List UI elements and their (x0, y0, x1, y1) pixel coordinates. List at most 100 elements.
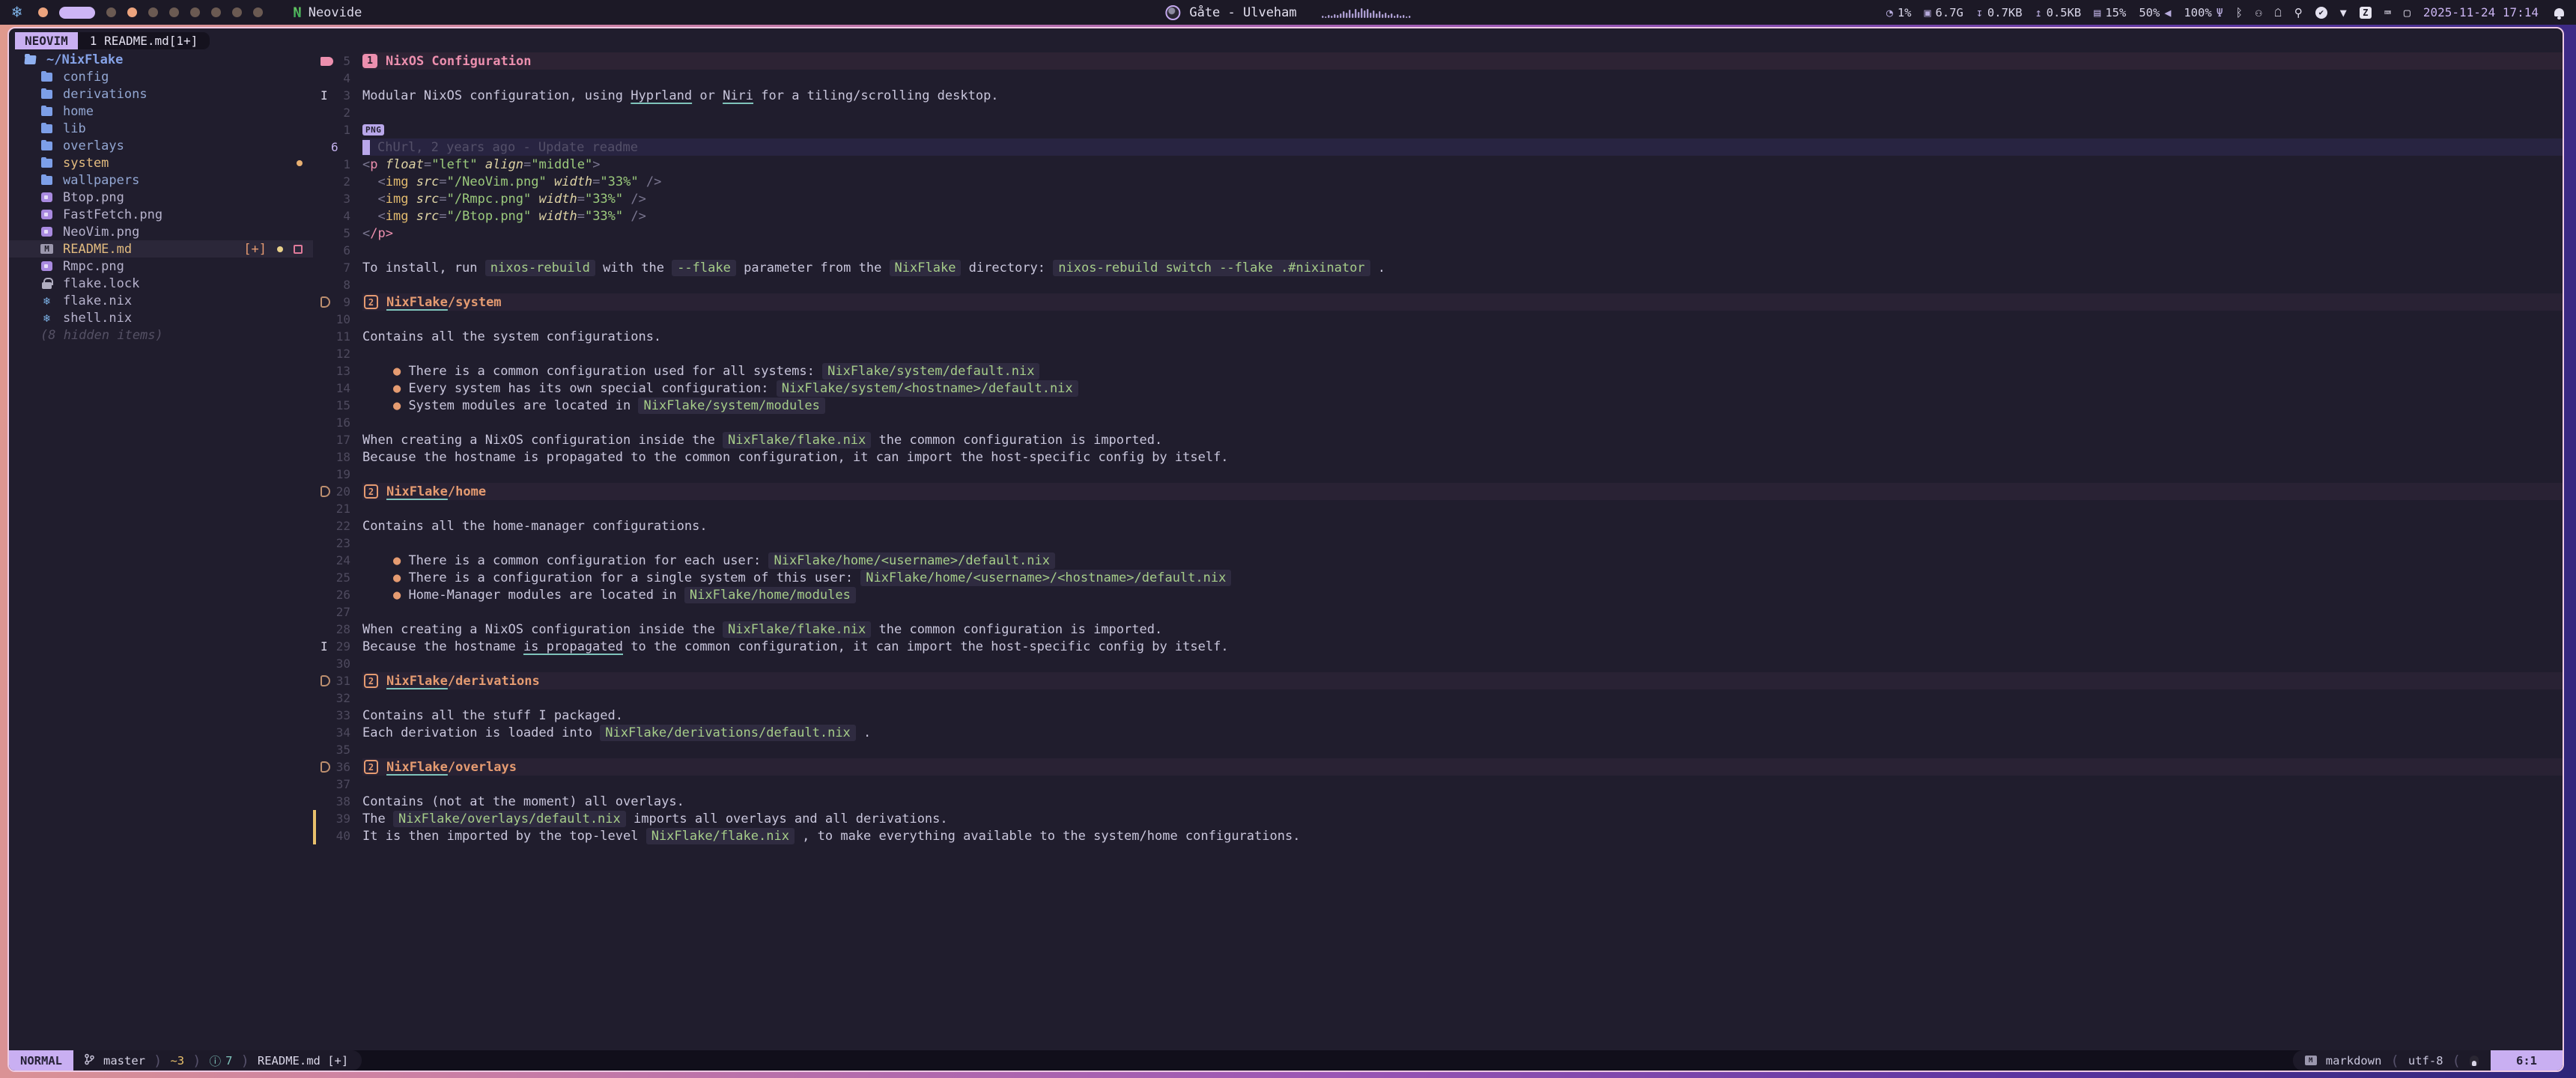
editor-line[interactable]: 32 (313, 689, 2563, 707)
editor-line[interactable]: 38Contains (not at the moment) all overl… (313, 793, 2563, 810)
editor-line[interactable]: 39The NixFlake/overlays/default.nix impo… (313, 810, 2563, 827)
tray-zen[interactable]: Z (2360, 7, 2372, 19)
tray-upload[interactable]: ↥0.5KB (2035, 6, 2082, 19)
line-content (362, 345, 2563, 362)
tree-item-lib[interactable]: lib (9, 120, 313, 137)
workspace-7[interactable] (190, 7, 200, 17)
tree-item-readme-md[interactable]: README.md[+] (9, 240, 313, 258)
editor-line[interactable]: 27 (313, 603, 2563, 621)
editor-line[interactable]: 19 (313, 466, 2563, 483)
workspace-2-active[interactable] (59, 7, 95, 19)
editor-line[interactable]: 23 (313, 535, 2563, 552)
editor-line[interactable]: 34Each derivation is loaded into NixFlak… (313, 724, 2563, 741)
filetype-label[interactable]: markdown (2326, 1054, 2382, 1068)
editor-line[interactable]: 1PNG (313, 121, 2563, 138)
tree-item-home[interactable]: home (9, 103, 313, 120)
tree-item-shell-nix[interactable]: ❄shell.nix (9, 309, 313, 326)
encoding-label[interactable]: utf-8 (2408, 1054, 2443, 1068)
workspace-3[interactable] (106, 7, 116, 17)
tray-check-circle[interactable]: ✔ (2315, 7, 2327, 19)
editor-line[interactable]: 21 (313, 500, 2563, 517)
editor-line[interactable]: I3Modular NixOS configuration, using Hyp… (313, 87, 2563, 104)
editor-line[interactable]: 7To install, run nixos-rebuild with the … (313, 259, 2563, 276)
tree-item-neovim-png[interactable]: NeoVim.png (9, 223, 313, 240)
tray-network[interactable]: ⚇ (2255, 6, 2262, 19)
editor-line[interactable]: I29Because the hostname is propagated to… (313, 638, 2563, 655)
tray-cpu[interactable]: ▣6.7G (1925, 6, 1963, 19)
tree-item-btop-png[interactable]: Btop.png (9, 189, 313, 206)
tab-buffer-readme[interactable]: 1 README.md[1+] (78, 32, 210, 49)
tree-item-derivations[interactable]: derivations (9, 85, 313, 103)
editor-line[interactable]: 16 (313, 414, 2563, 431)
tray-gauge[interactable]: ◔1% (1886, 6, 1912, 19)
editor-line[interactable]: 5</p> (313, 225, 2563, 242)
editor-line[interactable]: 11Contains all the system configurations… (313, 328, 2563, 345)
git-branch-name[interactable]: master (103, 1054, 145, 1068)
workspace-10[interactable] (253, 7, 263, 17)
editor-line[interactable]: 24 ● There is a common configuration for… (313, 552, 2563, 569)
tray-tray-box[interactable]: ▢ (2404, 6, 2411, 19)
tray-shield[interactable]: ☖ (2275, 6, 2282, 19)
tree-item-overlays[interactable]: overlays (9, 137, 313, 154)
editor-line[interactable]: 33Contains all the stuff I packaged. (313, 707, 2563, 724)
editor-line[interactable]: 4 (313, 70, 2563, 87)
diagnostics-count[interactable]: ⓘ7 (210, 1053, 233, 1069)
tray-location[interactable]: ⚲ (2294, 6, 2303, 19)
tray-download[interactable]: ↧0.7KB (1976, 6, 2023, 19)
editor-line[interactable]: 3 <img src="/Rmpc.png" width="33%" /> (313, 190, 2563, 207)
tree-item-wallpapers[interactable]: wallpapers (9, 171, 313, 189)
editor-line[interactable]: 312NixFlake/derivations (313, 672, 2563, 689)
editor-line[interactable]: 18Because the hostname is propagated to … (313, 448, 2563, 466)
editor-line[interactable]: 17When creating a NixOS configuration in… (313, 431, 2563, 448)
workspace-9[interactable] (232, 7, 242, 17)
tray-microphone[interactable]: 100%Ψ (2184, 6, 2223, 19)
editor-line[interactable]: 8 (313, 276, 2563, 293)
editor-line[interactable]: 40It is then imported by the top-level N… (313, 827, 2563, 844)
editor-line[interactable]: 14 ● Every system has its own special co… (313, 380, 2563, 397)
editor-line[interactable]: 362NixFlake/overlays (313, 758, 2563, 776)
tree-item--nixflake[interactable]: ~/NixFlake (9, 51, 313, 68)
tree-item-rmpc-png[interactable]: Rmpc.png (9, 258, 313, 275)
tree-item-flake-lock[interactable]: flake.lock (9, 275, 313, 292)
editor-line[interactable]: 15 ● System modules are located in NixFl… (313, 397, 2563, 414)
editor-line[interactable]: 4 <img src="/Btop.png" width="33%" /> (313, 207, 2563, 225)
editor-line[interactable]: 2 <img src="/NeoVim.png" width="33%" /> (313, 173, 2563, 190)
editor-line[interactable]: 12 (313, 345, 2563, 362)
line-content: PNG (362, 121, 2563, 138)
editor-line[interactable]: 26 ● Home-Manager modules are located in… (313, 586, 2563, 603)
editor-line[interactable]: 1<p float="left" align="middle"> (313, 156, 2563, 173)
workspace-5[interactable] (148, 7, 158, 17)
editor-line[interactable]: 37 (313, 776, 2563, 793)
tree-item-fastfetch-png[interactable]: FastFetch.png (9, 206, 313, 223)
tree-item-config[interactable]: config (9, 68, 313, 85)
tree-item--8-hidden-items-[interactable]: (8 hidden items) (9, 326, 313, 344)
editor-line[interactable]: 22Contains all the home-manager configur… (313, 517, 2563, 535)
media-widget[interactable]: Gåte - Ulveham (1165, 0, 1410, 25)
editor-line[interactable]: 202NixFlake/home (313, 483, 2563, 500)
tray-volume[interactable]: 50%◀ (2139, 6, 2171, 19)
tray-disk[interactable]: ▤15% (2094, 6, 2126, 19)
editor-line[interactable]: 2 (313, 104, 2563, 121)
editor-line[interactable]: 51NixOS Configuration (313, 52, 2563, 70)
workspace-4[interactable] (127, 7, 137, 17)
tray-vpn[interactable]: ▼ (2340, 6, 2347, 19)
editor-line[interactable]: 30 (313, 655, 2563, 672)
editor-line[interactable]: 35 (313, 741, 2563, 758)
editor-line[interactable]: 6 (313, 242, 2563, 259)
tray-bluetooth[interactable]: ᛒ (2236, 6, 2243, 19)
tree-item-flake-nix[interactable]: ❄flake.nix (9, 292, 313, 309)
workspace-6[interactable] (169, 7, 179, 17)
editor-line[interactable]: 13 ● There is a common configuration use… (313, 362, 2563, 380)
tree-item-system[interactable]: system (9, 154, 313, 171)
tray-keyboard[interactable]: ⌨ (2384, 6, 2391, 19)
tab-neovim[interactable]: NEOVIM (15, 32, 78, 49)
editor-line[interactable]: 25 ● There is a configuration for a sing… (313, 569, 2563, 586)
editor-line[interactable]: 10 (313, 311, 2563, 328)
editor-line[interactable]: 6ChUrl, 2 years ago - Update readme (313, 138, 2563, 156)
workspace-1[interactable] (38, 7, 48, 17)
editor-buffer[interactable]: 51NixOS Configuration4I3Modular NixOS co… (313, 52, 2563, 1050)
bell-icon[interactable] (2554, 8, 2564, 16)
editor-line[interactable]: 28When creating a NixOS configuration in… (313, 621, 2563, 638)
editor-line[interactable]: 92NixFlake/system (313, 293, 2563, 311)
workspace-8[interactable] (211, 7, 221, 17)
